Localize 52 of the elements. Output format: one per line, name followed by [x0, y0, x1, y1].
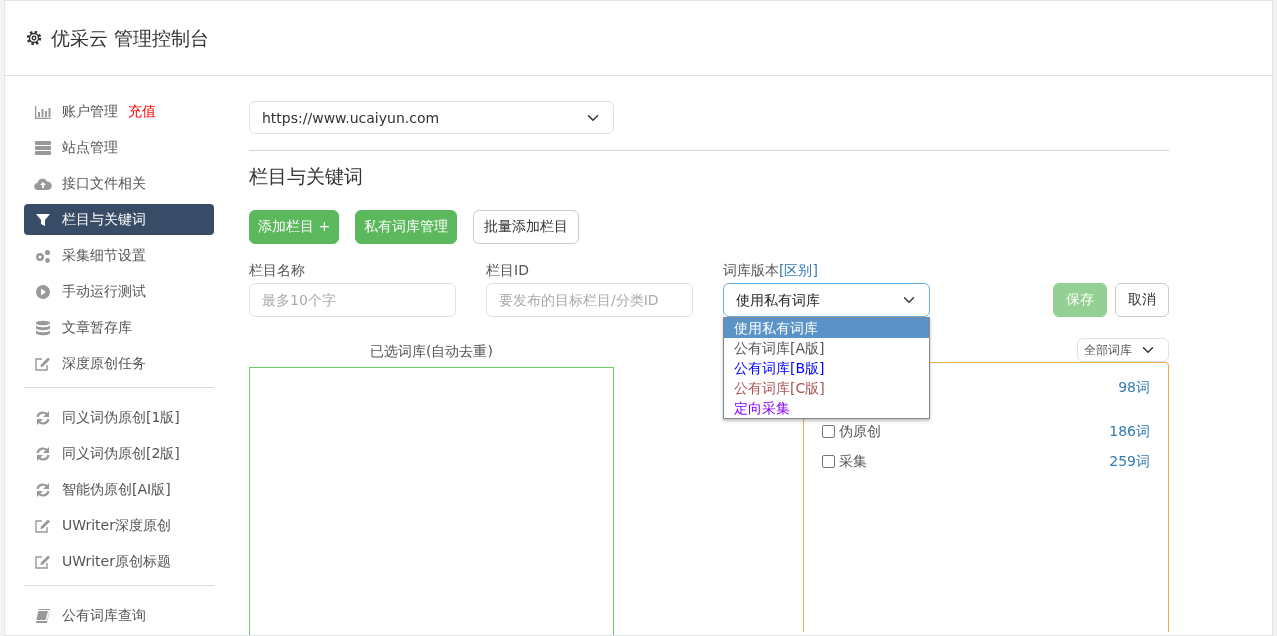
sidebar-item[interactable]: 同义词伪原创[2版] — [24, 438, 214, 469]
word-count: 98词 — [1118, 378, 1150, 398]
panel-title: 已选词库(自动去重) — [369, 341, 494, 361]
edit-icon — [34, 517, 52, 534]
checkbox[interactable] — [822, 455, 835, 469]
edit-icon — [34, 355, 52, 372]
sidebar-item[interactable]: 智能伪原创[AI版] — [24, 474, 214, 505]
sidebar-item[interactable]: 深度原创任务 — [24, 348, 214, 379]
edit-icon — [34, 553, 52, 570]
field-label: 栏目名称 — [249, 260, 306, 280]
site-select[interactable]: https://www.ucaiyun.com — [249, 101, 614, 134]
dropdown-option[interactable]: 定向采集 — [724, 397, 929, 418]
sidebar-item[interactable]: 手动运行测试 — [24, 276, 214, 307]
sidebar-item[interactable]: 采集细节设置 — [24, 240, 214, 271]
database-icon — [34, 319, 52, 336]
sidebar-item[interactable]: 账户管理 充值 — [24, 96, 214, 127]
checkbox[interactable] — [822, 425, 835, 439]
book-icon — [34, 607, 52, 624]
library-name: 伪原创 — [839, 422, 881, 442]
library-filter-select[interactable]: 全部词库 — [1077, 337, 1169, 362]
sidebar-item[interactable]: 栏目与关键词 — [24, 204, 214, 235]
sidebar-item[interactable]: UWriter原创标题 — [24, 546, 214, 577]
server-icon — [34, 139, 52, 156]
sidebar-item[interactable]: 公有词库查询 — [24, 600, 214, 631]
sidebar-item[interactable]: UWriter深度原创 — [24, 510, 214, 541]
bar-chart-icon — [34, 103, 52, 120]
help-link[interactable]: [区别] — [779, 259, 818, 281]
dropdown-option[interactable]: 公有词库[C版] — [724, 377, 929, 398]
filter-icon — [34, 211, 52, 228]
console-title: 优采云 管理控制台 — [51, 26, 210, 50]
refresh-icon — [34, 409, 52, 426]
input-field[interactable]: 要发布的目标栏目/分类ID — [486, 282, 693, 317]
sidebar-item[interactable]: 同义词伪原创[1版] — [24, 402, 214, 433]
refresh-icon — [34, 481, 52, 498]
dropdown-option[interactable]: 公有词库[A版] — [724, 337, 929, 358]
word-count: 259词 — [1109, 452, 1150, 472]
library-name: 采集 — [839, 452, 867, 472]
field-label: 栏目ID — [486, 260, 530, 280]
section-title: 栏目与关键词 — [249, 165, 364, 188]
input-field[interactable]: 最多10个字 — [249, 282, 456, 317]
sidebar-item[interactable]: 文章暂存库 — [24, 312, 214, 343]
sidebar-item[interactable]: 接口文件相关 — [24, 168, 214, 199]
field-label: 词库版本 — [723, 260, 779, 280]
dropdown-option[interactable]: 公有词库[B版] — [724, 357, 929, 378]
cancel-button[interactable]: 取消 — [1115, 282, 1169, 317]
word-count: 186词 — [1109, 422, 1150, 442]
batch-add-button[interactable]: 批量添加栏目 — [473, 209, 580, 244]
settings-icon — [25, 29, 43, 47]
refresh-icon — [34, 445, 52, 462]
version-select[interactable]: 使用私有词库 — [723, 282, 930, 317]
sidebar-item[interactable]: 站点管理 — [24, 132, 214, 163]
play-icon — [34, 283, 52, 300]
